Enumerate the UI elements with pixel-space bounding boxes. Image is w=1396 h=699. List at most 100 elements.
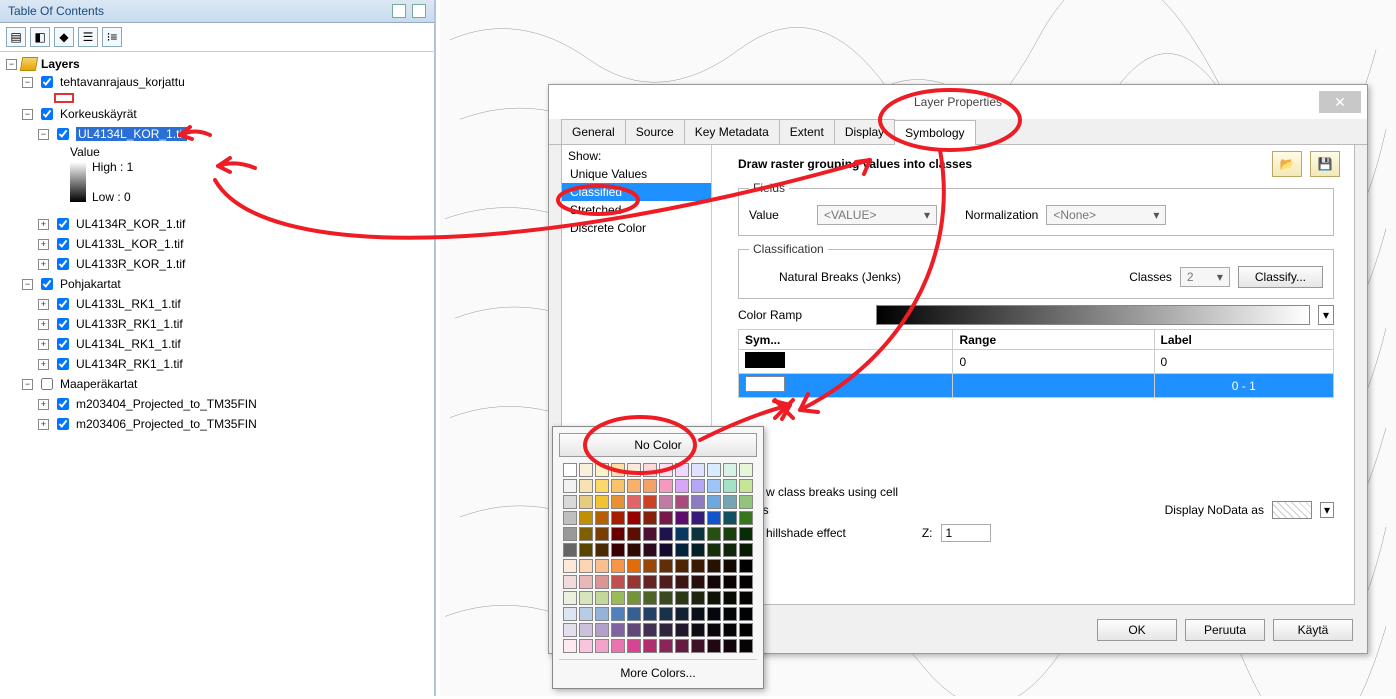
color-ramp-combo[interactable] xyxy=(876,305,1310,325)
color-swatch[interactable] xyxy=(659,511,673,525)
color-swatch[interactable] xyxy=(627,639,641,653)
color-swatch[interactable] xyxy=(739,479,753,493)
color-swatch[interactable] xyxy=(723,479,737,493)
color-swatch[interactable] xyxy=(627,575,641,589)
no-color-button[interactable]: No Color xyxy=(559,433,757,457)
color-swatch[interactable] xyxy=(579,607,593,621)
list-by-drawing-order-icon[interactable]: ▤ xyxy=(6,27,26,47)
table-row[interactable]: 0 0 xyxy=(739,350,1334,374)
color-swatch[interactable] xyxy=(675,623,689,637)
color-swatch[interactable] xyxy=(691,479,705,493)
layer-checkbox[interactable] xyxy=(41,278,53,290)
color-swatch[interactable] xyxy=(611,623,625,637)
color-swatch[interactable] xyxy=(707,495,721,509)
color-swatch[interactable] xyxy=(595,527,609,541)
color-swatch[interactable] xyxy=(723,511,737,525)
color-swatch[interactable] xyxy=(723,463,737,477)
color-swatch[interactable] xyxy=(579,495,593,509)
expand-icon[interactable]: − xyxy=(22,109,33,120)
tab-extent[interactable]: Extent xyxy=(779,119,835,144)
ok-button[interactable]: OK xyxy=(1097,619,1177,641)
layer-checkbox[interactable] xyxy=(57,358,69,370)
color-swatch[interactable] xyxy=(723,527,737,541)
color-swatch[interactable] xyxy=(659,607,673,621)
color-swatch[interactable] xyxy=(691,543,705,557)
color-swatch[interactable] xyxy=(627,495,641,509)
color-swatch[interactable] xyxy=(723,559,737,573)
cell-label[interactable]: 0 - 1 xyxy=(1154,374,1333,398)
color-swatch[interactable] xyxy=(579,591,593,605)
color-swatch[interactable] xyxy=(723,639,737,653)
layer-checkbox[interactable] xyxy=(57,218,69,230)
layer-checkbox[interactable] xyxy=(57,318,69,330)
color-swatch[interactable] xyxy=(723,591,737,605)
close-icon[interactable]: ✕ xyxy=(1319,91,1361,113)
layer-label-selected[interactable]: UL4134L_KOR_1.tif xyxy=(76,127,187,141)
color-swatch[interactable] xyxy=(563,607,577,621)
color-swatch[interactable] xyxy=(739,559,753,573)
color-swatch[interactable] xyxy=(659,479,673,493)
symbol-swatch[interactable] xyxy=(54,93,74,103)
color-swatch[interactable] xyxy=(659,543,673,557)
color-swatch[interactable] xyxy=(611,463,625,477)
z-input[interactable] xyxy=(941,524,991,542)
color-swatch[interactable] xyxy=(675,479,689,493)
tab-general[interactable]: General xyxy=(561,119,626,144)
color-swatch[interactable] xyxy=(707,623,721,637)
pin-icon[interactable] xyxy=(392,4,406,18)
color-swatch[interactable] xyxy=(707,527,721,541)
dialog-title-bar[interactable]: Layer Properties ✕ xyxy=(549,85,1367,119)
color-swatch[interactable] xyxy=(627,591,641,605)
layer-checkbox[interactable] xyxy=(41,108,53,120)
layer-checkbox[interactable] xyxy=(57,398,69,410)
color-swatch[interactable] xyxy=(643,495,657,509)
layer-label[interactable]: UL4133L_KOR_1.tif xyxy=(76,237,183,251)
color-swatch[interactable] xyxy=(707,511,721,525)
cell-range[interactable] xyxy=(953,374,1154,398)
color-swatch[interactable] xyxy=(579,527,593,541)
group-label[interactable]: Pohjakartat xyxy=(60,277,121,291)
color-swatch[interactable] xyxy=(739,527,753,541)
color-swatch[interactable] xyxy=(659,495,673,509)
color-swatch[interactable] xyxy=(675,543,689,557)
color-swatch[interactable] xyxy=(643,607,657,621)
show-option-stretched[interactable]: Stretched xyxy=(562,201,711,219)
layer-checkbox[interactable] xyxy=(57,238,69,250)
symbol-swatch[interactable] xyxy=(745,376,785,392)
color-swatch[interactable] xyxy=(627,607,641,621)
expand-icon[interactable]: + xyxy=(38,419,49,430)
classify-button[interactable]: Classify... xyxy=(1238,266,1323,288)
layer-checkbox[interactable] xyxy=(57,338,69,350)
color-swatch[interactable] xyxy=(707,639,721,653)
color-swatch[interactable] xyxy=(691,607,705,621)
classes-combo[interactable]: 2 xyxy=(1180,267,1230,287)
color-swatch[interactable] xyxy=(659,463,673,477)
color-swatch[interactable] xyxy=(563,463,577,477)
color-swatch[interactable] xyxy=(675,639,689,653)
color-swatch[interactable] xyxy=(723,607,737,621)
color-swatch[interactable] xyxy=(595,511,609,525)
color-swatch[interactable] xyxy=(643,623,657,637)
color-swatch[interactable] xyxy=(659,575,673,589)
list-by-source-icon[interactable]: ◧ xyxy=(30,27,50,47)
color-swatch[interactable] xyxy=(579,639,593,653)
color-swatch[interactable] xyxy=(579,623,593,637)
layer-checkbox[interactable] xyxy=(57,418,69,430)
color-swatch[interactable] xyxy=(627,463,641,477)
tab-display[interactable]: Display xyxy=(834,119,895,144)
color-swatch[interactable] xyxy=(691,495,705,509)
save-icon[interactable]: 💾 xyxy=(1310,151,1340,177)
color-swatch[interactable] xyxy=(563,559,577,573)
color-swatch[interactable] xyxy=(563,543,577,557)
color-swatch[interactable] xyxy=(723,543,737,557)
layer-label[interactable]: m203406_Projected_to_TM35FIN xyxy=(76,417,257,431)
expand-icon[interactable]: + xyxy=(38,259,49,270)
show-option-classified[interactable]: Classified xyxy=(562,183,711,201)
expand-icon[interactable]: − xyxy=(6,59,17,70)
color-swatch[interactable] xyxy=(723,623,737,637)
color-swatch[interactable] xyxy=(723,495,737,509)
color-swatch[interactable] xyxy=(643,463,657,477)
expand-icon[interactable]: + xyxy=(38,399,49,410)
color-swatch[interactable] xyxy=(563,591,577,605)
layer-checkbox[interactable] xyxy=(57,258,69,270)
